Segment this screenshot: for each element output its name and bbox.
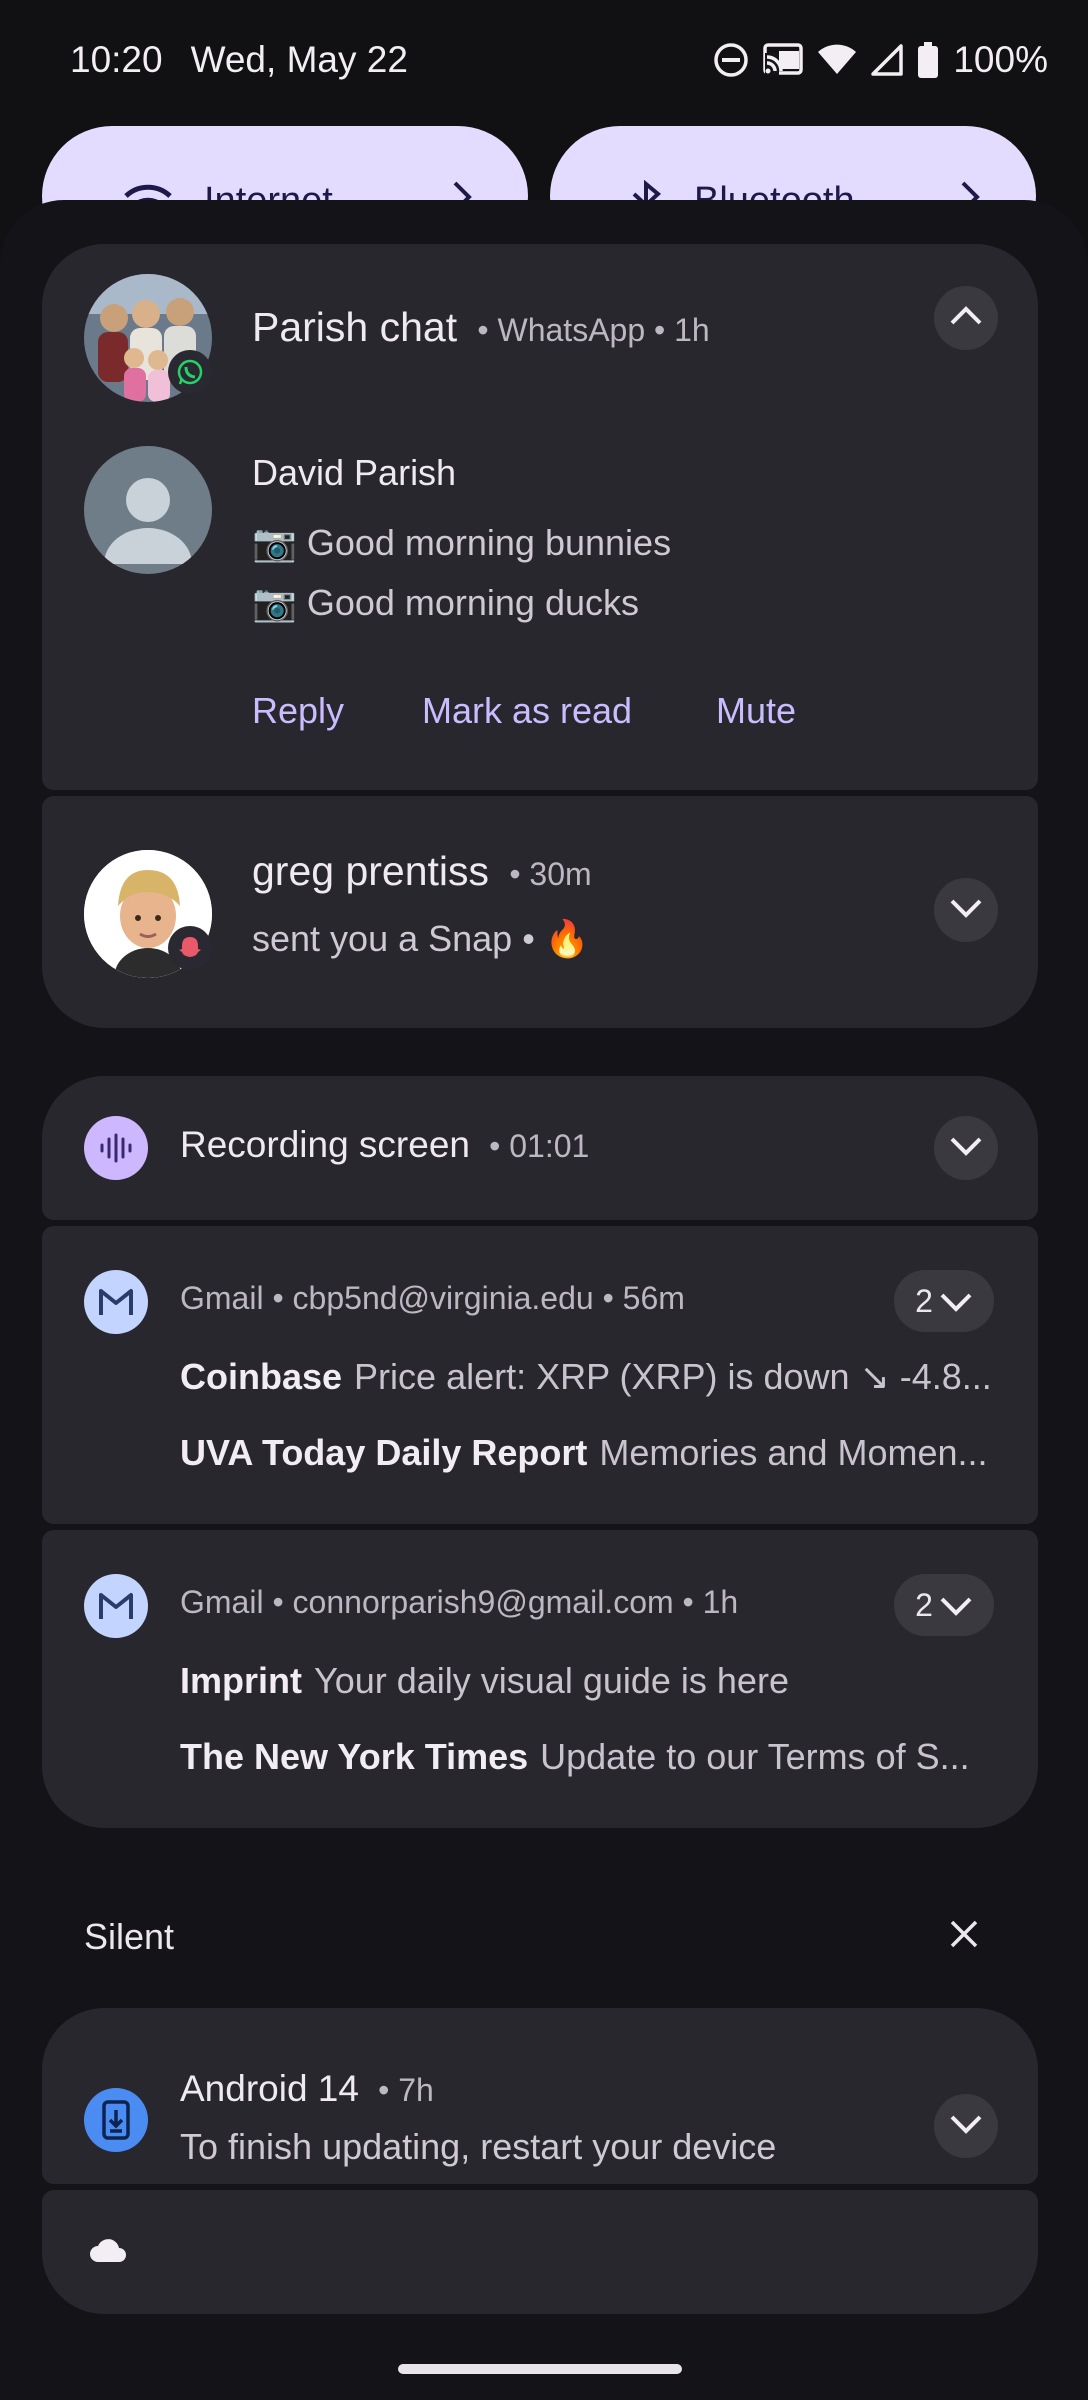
reply-button[interactable]: Reply (252, 690, 344, 732)
notification-title-line: greg prentiss • 30m (252, 848, 592, 895)
cloud-notification[interactable] (42, 2190, 1038, 2314)
chevron-down-icon (949, 898, 983, 923)
email-item: Coinbase Price alert: XRP (XRP) is down ↘… (180, 1356, 1000, 1398)
notification-body: To finish updating, restart your device (180, 2126, 777, 2167)
notification-time: 56m (622, 1280, 685, 1316)
cast-icon (763, 43, 804, 77)
notification-time: 30m (529, 856, 592, 892)
silent-section-header: Silent (84, 1916, 175, 1957)
expand-button[interactable] (934, 2094, 998, 2158)
email-item: Imprint Your daily visual guide is here (180, 1660, 1000, 1702)
meta-separator: • (468, 312, 498, 348)
notification-time: 1h (702, 1584, 739, 1620)
expand-button[interactable] (934, 1116, 998, 1180)
notification-header: Gmail • cbp5nd@virginia.edu • 56m (180, 1280, 685, 1317)
message-count: 2 (915, 1586, 933, 1623)
email-subject: Memories and Momen... (599, 1432, 988, 1473)
status-right: 100% (713, 39, 1048, 81)
app-name: WhatsApp (497, 312, 646, 348)
wifi-icon (817, 44, 857, 76)
account-email: connorparish9@gmail.com (292, 1584, 674, 1620)
clear-silent-button[interactable] (944, 1914, 984, 1954)
system-update-notification[interactable]: Android 14 • 7h To finish updating, rest… (42, 2008, 1038, 2184)
chevron-up-icon (949, 305, 983, 331)
gesture-home-bar[interactable] (398, 2364, 682, 2374)
notification-title-line: Android 14 • 7h (180, 2068, 434, 2110)
email-subject: Price alert: XRP (XRP) is down ↘ -4.8... (354, 1356, 992, 1397)
expand-count-button[interactable]: 2 (894, 1574, 994, 1636)
status-bar: 10:20 Wed, May 22 100% (0, 0, 1088, 120)
email-sender: UVA Today Daily Report (180, 1432, 588, 1473)
collapse-button[interactable] (934, 286, 998, 350)
signal-icon (871, 44, 904, 76)
date: Wed, May 22 (190, 39, 408, 80)
battery-icon (917, 42, 939, 78)
close-icon (944, 1920, 984, 1958)
app-name: Gmail (180, 1280, 264, 1316)
meta-separator: • (263, 1584, 293, 1620)
battery-percent: 100% (953, 39, 1048, 80)
mute-button[interactable]: Mute (716, 690, 796, 732)
screen-recorder-icon (84, 1116, 148, 1180)
cloud-icon (88, 2236, 128, 2269)
account-email: cbp5nd@virginia.edu (292, 1280, 594, 1316)
sender-avatar (84, 446, 212, 574)
email-subject: Your daily visual guide is here (314, 1660, 789, 1701)
whatsapp-notification[interactable]: Parish chat • WhatsApp • 1h David Parish… (42, 244, 1038, 790)
gmail-notification[interactable]: Gmail • cbp5nd@virginia.edu • 56m 2 Coin… (42, 1226, 1038, 1524)
chevron-down-icon (949, 2114, 983, 2139)
meta-separator: • (500, 856, 530, 892)
recording-timer: 01:01 (509, 1128, 590, 1164)
mark-as-read-button[interactable]: Mark as read (422, 690, 632, 732)
notification-shade-screen: 10:20 Wed, May 22 100% Inte (0, 0, 1088, 2400)
meta-separator: • (263, 1280, 293, 1316)
message-line: 📷 Good morning ducks (252, 582, 639, 623)
chevron-down-icon (949, 1136, 983, 1161)
expand-count-button[interactable]: 2 (894, 1270, 994, 1332)
notification-header: Gmail • connorparish9@gmail.com • 1h (180, 1584, 738, 1621)
gmail-notification[interactable]: Gmail • connorparish9@gmail.com • 1h 2 I… (42, 1530, 1038, 1828)
email-sender: Imprint (180, 1660, 302, 1701)
meta-separator: • (480, 1128, 510, 1164)
chevron-down-icon (939, 1587, 973, 1624)
notification-title-line: Recording screen • 01:01 (180, 1124, 589, 1166)
expand-button[interactable] (934, 878, 998, 942)
meta-separator: • (673, 1584, 703, 1620)
status-left: 10:20 Wed, May 22 (70, 39, 408, 81)
email-item: UVA Today Daily Report Memories and Momen… (180, 1432, 1000, 1474)
notification-time: 1h (674, 312, 710, 348)
meta-separator: • (369, 2072, 399, 2108)
notification-title-line: Parish chat • WhatsApp • 1h (252, 304, 710, 351)
notification-title: Recording screen (180, 1124, 470, 1165)
clock: 10:20 (70, 39, 163, 80)
message-count: 2 (915, 1282, 933, 1319)
sender-name: David Parish (252, 452, 457, 493)
chevron-down-icon (939, 1283, 973, 1320)
notification-body: sent you a Snap • 🔥 (252, 918, 590, 959)
email-sender: The New York Times (180, 1736, 529, 1777)
meta-separator: • (593, 1280, 623, 1316)
message-line: 📷 Good morning bunnies (252, 522, 672, 563)
system-update-icon (84, 2088, 148, 2152)
recording-notification[interactable]: Recording screen • 01:01 (42, 1076, 1038, 1220)
gmail-icon (84, 1270, 148, 1334)
whatsapp-icon (168, 350, 212, 394)
email-sender: Coinbase (180, 1356, 343, 1397)
email-item: The New York Times Update to our Terms of… (180, 1736, 1000, 1778)
do-not-disturb-icon (713, 42, 749, 78)
notification-title: Android 14 (180, 2068, 359, 2109)
gmail-icon (84, 1574, 148, 1638)
snapchat-notification[interactable]: greg prentiss • 30m sent you a Snap • 🔥 (42, 796, 1038, 1028)
email-subject: Update to our Terms of S... (540, 1736, 970, 1777)
snapchat-icon (168, 926, 212, 970)
meta-separator: • (645, 312, 675, 348)
notification-time: 7h (398, 2072, 434, 2108)
notification-title: Parish chat (252, 304, 458, 350)
notification-title: greg prentiss (252, 848, 490, 894)
app-name: Gmail (180, 1584, 264, 1620)
